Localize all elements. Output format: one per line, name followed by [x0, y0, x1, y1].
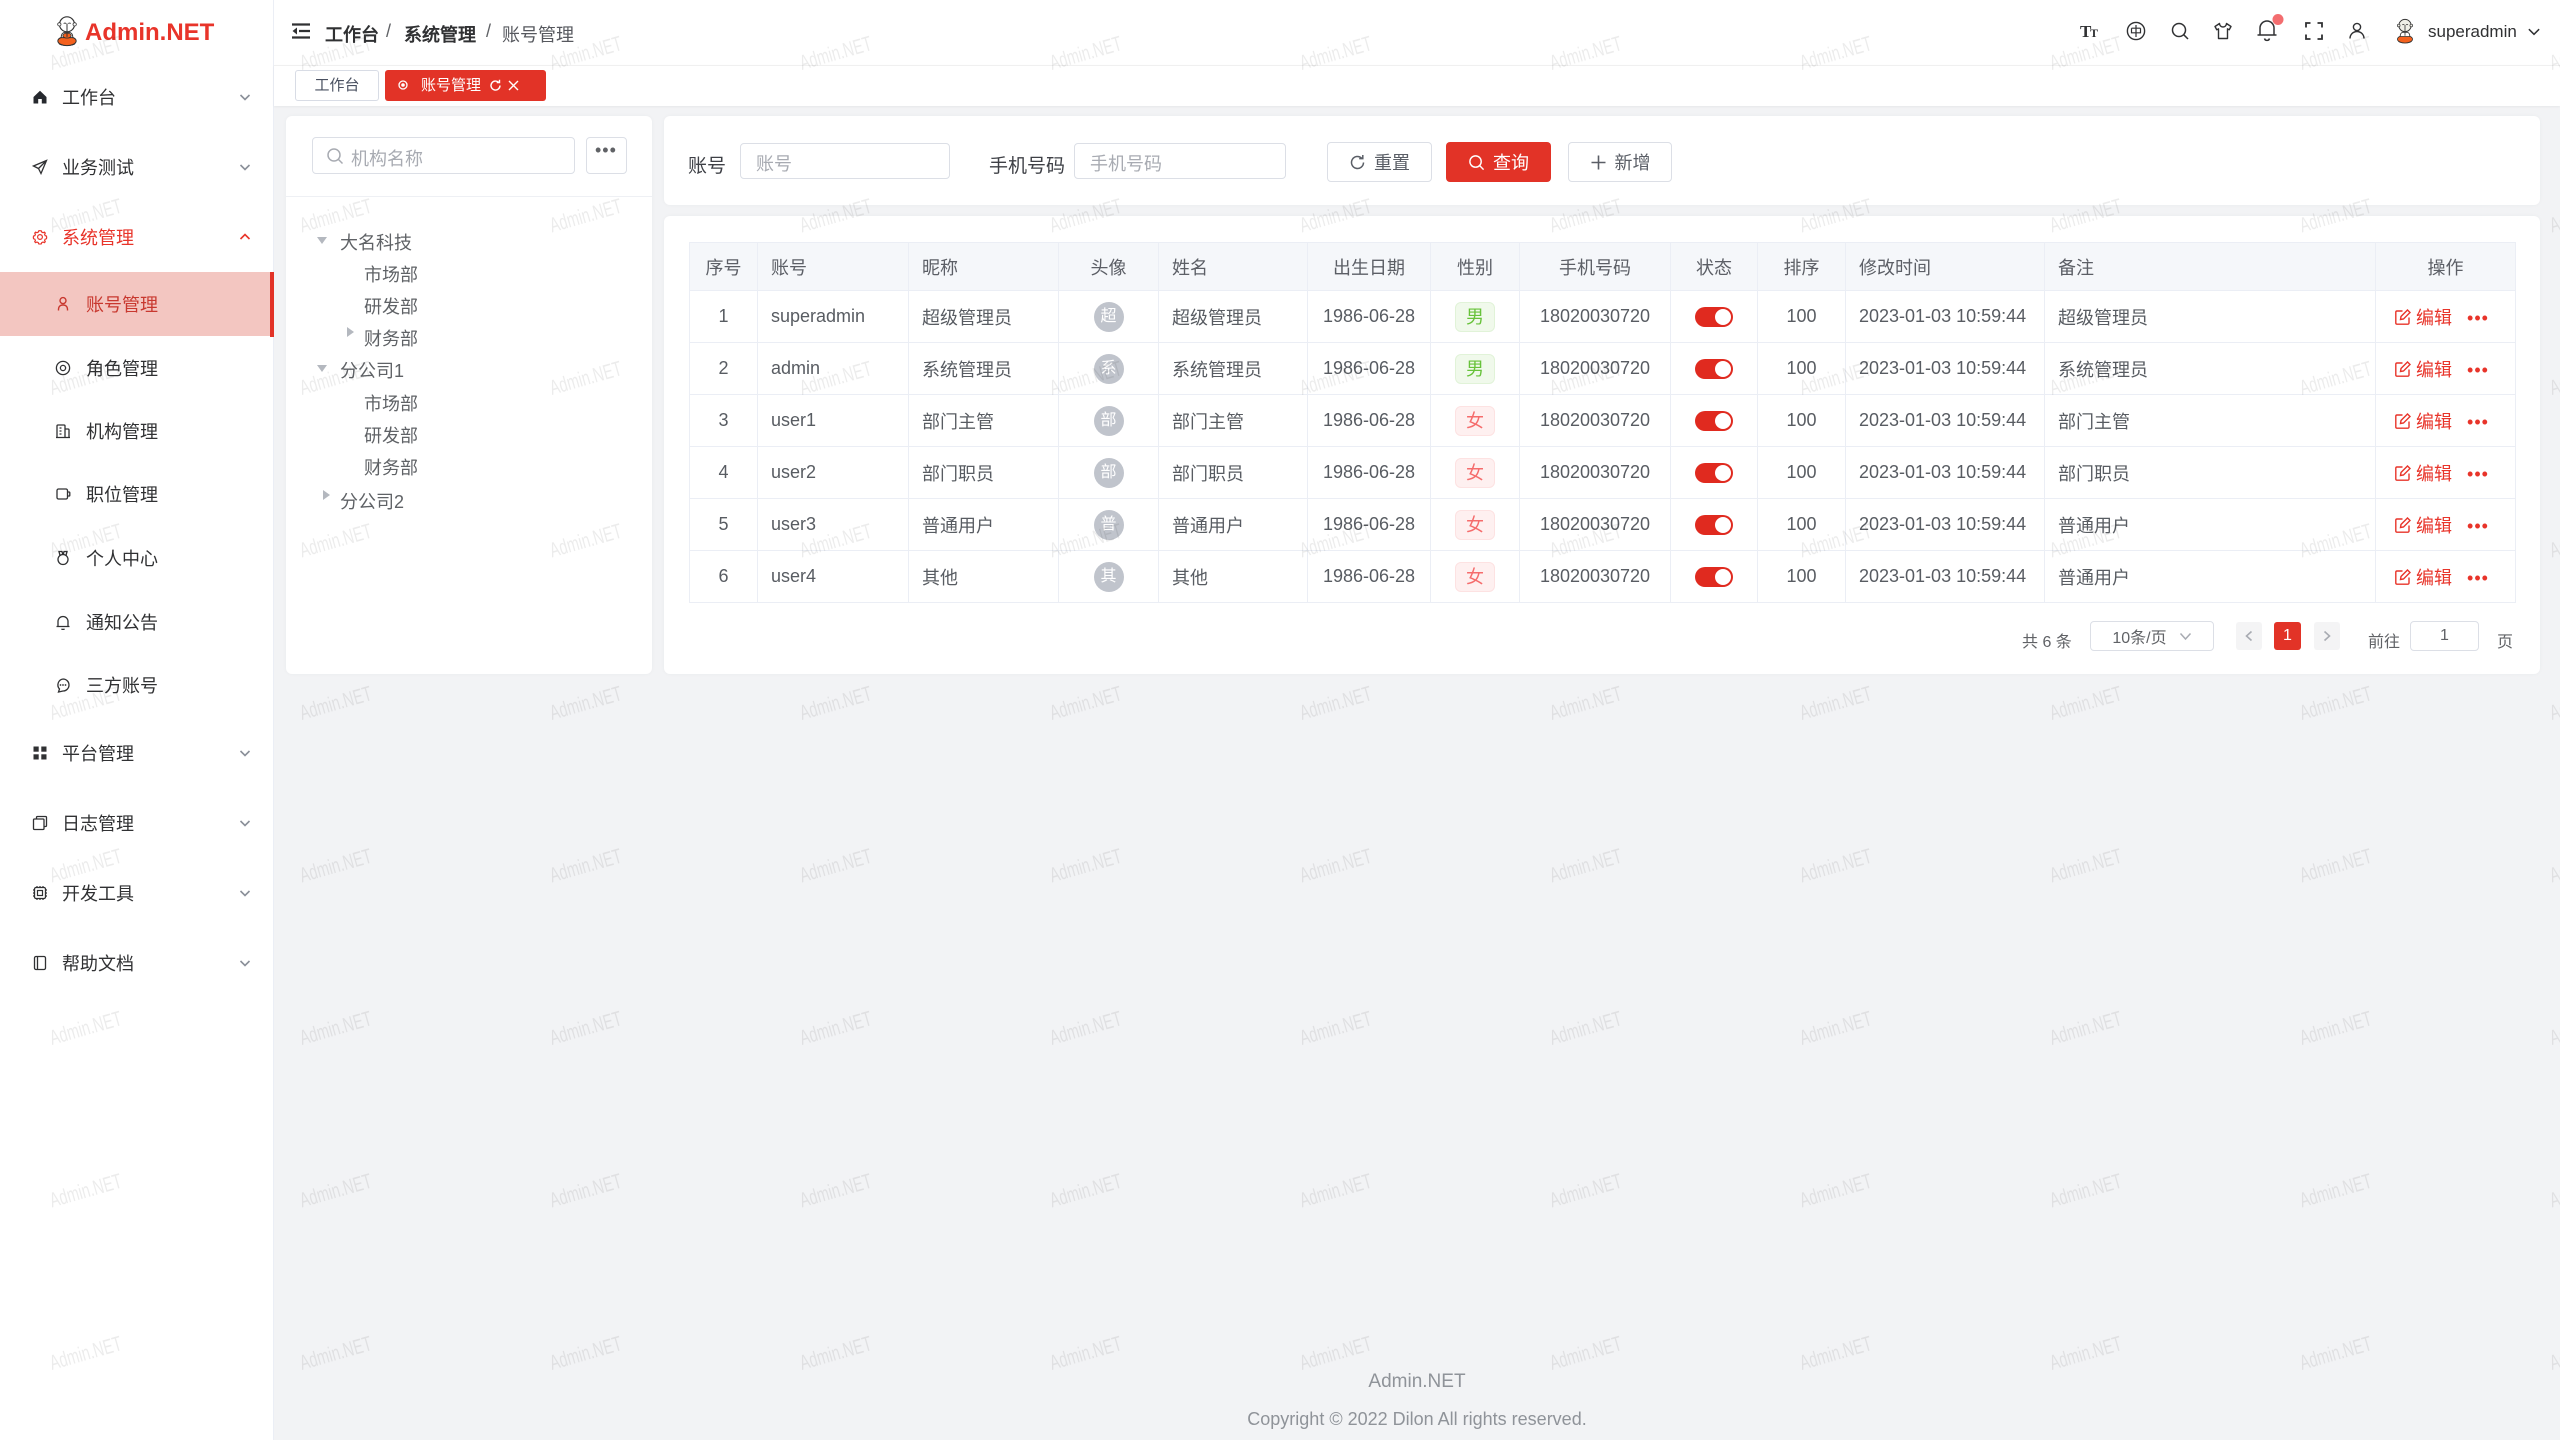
svg-text:T: T	[2090, 26, 2098, 40]
